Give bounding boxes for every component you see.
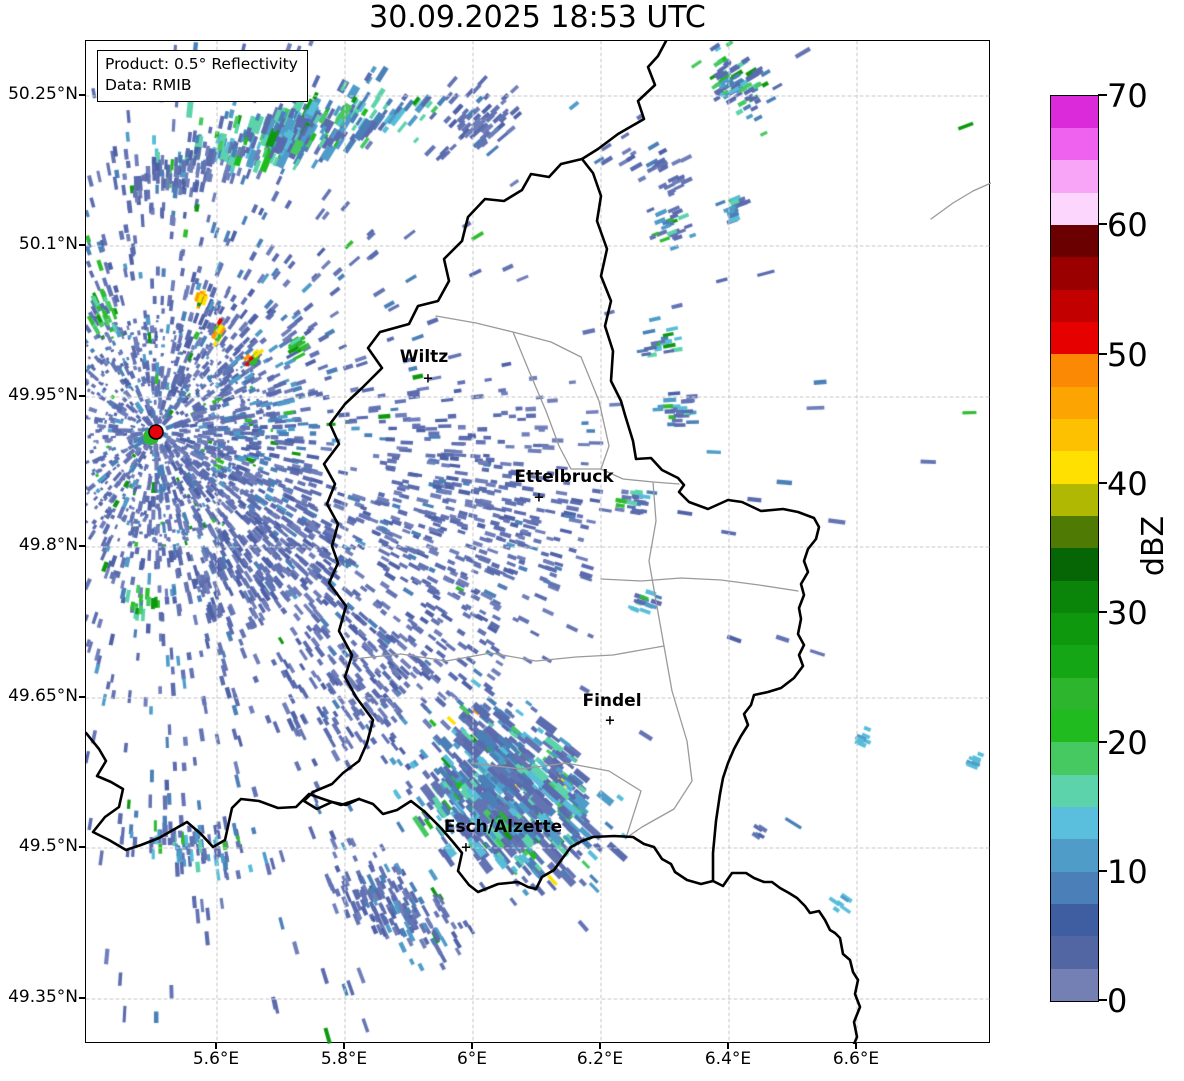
colorbar-segment	[1051, 613, 1098, 646]
map-borders-layer	[86, 41, 991, 1044]
admin-border	[625, 481, 693, 839]
colorbar-segment	[1051, 936, 1098, 969]
lat-tick-mark	[79, 94, 85, 96]
colorbar-segment	[1051, 386, 1098, 420]
colorbar-segment	[1051, 645, 1098, 678]
colorbar-segment	[1051, 904, 1098, 937]
colorbar-segment	[1051, 160, 1098, 193]
product-line: Product: 0.5° Reflectivity	[105, 55, 298, 73]
colorbar-tick-label: 0	[1107, 982, 1128, 1020]
lon-tick-mark	[343, 1043, 345, 1049]
colorbar-tick-label: 60	[1107, 206, 1148, 244]
colorbar-tick-label: 10	[1107, 853, 1148, 891]
colorbar-segment	[1051, 774, 1098, 808]
lon-tick-label: 5.6°E	[192, 1049, 240, 1069]
colorbar-segment	[1051, 354, 1098, 387]
lat-tick-mark	[79, 846, 85, 848]
admin-border	[600, 577, 799, 592]
city-label: Ettelbruck	[514, 467, 614, 487]
radar-site-marker	[148, 424, 164, 440]
colorbar-tick-mark	[1098, 353, 1107, 355]
colorbar-segment	[1051, 257, 1098, 290]
colorbar-tick-mark	[1098, 94, 1107, 96]
lat-tick-label: 49.5°N	[18, 836, 78, 856]
colorbar-tick-label: 40	[1107, 465, 1148, 503]
colorbar-tick-mark	[1098, 870, 1107, 872]
lon-tick-label: 6.4°E	[704, 1049, 752, 1069]
colorbar-segment	[1051, 289, 1098, 323]
colorbar-segment	[1051, 225, 1098, 258]
colorbar-segment	[1051, 322, 1098, 355]
lat-tick-label: 49.95°N	[8, 385, 78, 405]
colorbar-tick-mark	[1098, 999, 1107, 1001]
lat-tick-label: 50.1°N	[18, 234, 78, 254]
colorbar-segment	[1051, 95, 1098, 129]
country-border	[357, 797, 715, 894]
colorbar-segment	[1051, 742, 1098, 775]
colorbar-segment	[1051, 419, 1098, 452]
colorbar-segment	[1051, 807, 1098, 840]
colorbar-tick-label: 20	[1107, 724, 1148, 762]
lon-tick-label: 6.6°E	[832, 1049, 880, 1069]
lat-tick-label: 49.35°N	[8, 987, 78, 1007]
colorbar-segment	[1051, 710, 1098, 743]
lon-tick-label: 6.2°E	[576, 1049, 624, 1069]
lat-tick-label: 49.8°N	[18, 535, 78, 555]
lat-tick-mark	[79, 545, 85, 547]
city-label: Findel	[582, 691, 642, 711]
colorbar-tick-label: 30	[1107, 594, 1148, 632]
colorbar-axis-label: dBZ	[1136, 515, 1171, 577]
lon-tick-mark	[599, 1043, 601, 1049]
colorbar-segment	[1051, 839, 1098, 872]
lat-tick-mark	[79, 997, 85, 999]
colorbar-segment	[1051, 451, 1098, 484]
country-border	[580, 41, 668, 161]
lat-tick-mark	[79, 696, 85, 698]
country-border	[711, 871, 862, 1044]
admin-border	[930, 182, 991, 220]
lon-tick-label: 6°E	[456, 1049, 488, 1069]
colorbar-tick-label: 50	[1107, 336, 1148, 374]
admin-border	[352, 645, 665, 662]
product-info-box: Product: 0.5° Reflectivity Data: RMIB	[97, 50, 308, 102]
colorbar-segment	[1051, 516, 1098, 549]
lat-tick-mark	[79, 244, 85, 246]
city-marker: +	[533, 490, 545, 506]
city-marker: +	[422, 371, 434, 387]
city-marker: +	[604, 713, 616, 729]
colorbar-tick-mark	[1098, 223, 1107, 225]
colorbar	[1050, 95, 1099, 1002]
colorbar-segment	[1051, 871, 1098, 905]
radar-figure: { "title": "30.09.2025 18:53 UTC", "prod…	[0, 0, 1184, 1081]
colorbar-segment	[1051, 677, 1098, 711]
lon-tick-label: 5.8°E	[320, 1049, 368, 1069]
lon-tick-mark	[727, 1043, 729, 1049]
colorbar-segment	[1051, 483, 1098, 517]
city-label: Wiltz	[399, 347, 449, 367]
lat-tick-label: 50.25°N	[8, 84, 78, 104]
map-plot-area: Product: 0.5° Reflectivity Data: RMIB	[85, 40, 991, 1044]
country-border	[86, 731, 361, 852]
city-marker: +	[460, 840, 472, 856]
colorbar-tick-mark	[1098, 741, 1107, 743]
city-label: Esch/Alzette	[443, 817, 563, 837]
colorbar-segment	[1051, 580, 1098, 614]
admin-border	[512, 331, 602, 470]
colorbar-segment	[1051, 548, 1098, 581]
lon-tick-mark	[855, 1043, 857, 1049]
colorbar-tick-label: 70	[1107, 77, 1148, 115]
colorbar-tick-mark	[1098, 611, 1107, 613]
data-source-line: Data: RMIB	[105, 75, 192, 94]
lat-tick-label: 49.65°N	[8, 686, 78, 706]
lon-tick-mark	[215, 1043, 217, 1049]
colorbar-segment	[1051, 968, 1098, 1001]
lat-tick-mark	[79, 395, 85, 397]
colorbar-tick-mark	[1098, 482, 1107, 484]
colorbar-segment	[1051, 192, 1098, 226]
lon-tick-mark	[471, 1043, 473, 1049]
country-border	[580, 157, 821, 883]
figure-title: 30.09.2025 18:53 UTC	[369, 0, 706, 35]
colorbar-segment	[1051, 128, 1098, 161]
